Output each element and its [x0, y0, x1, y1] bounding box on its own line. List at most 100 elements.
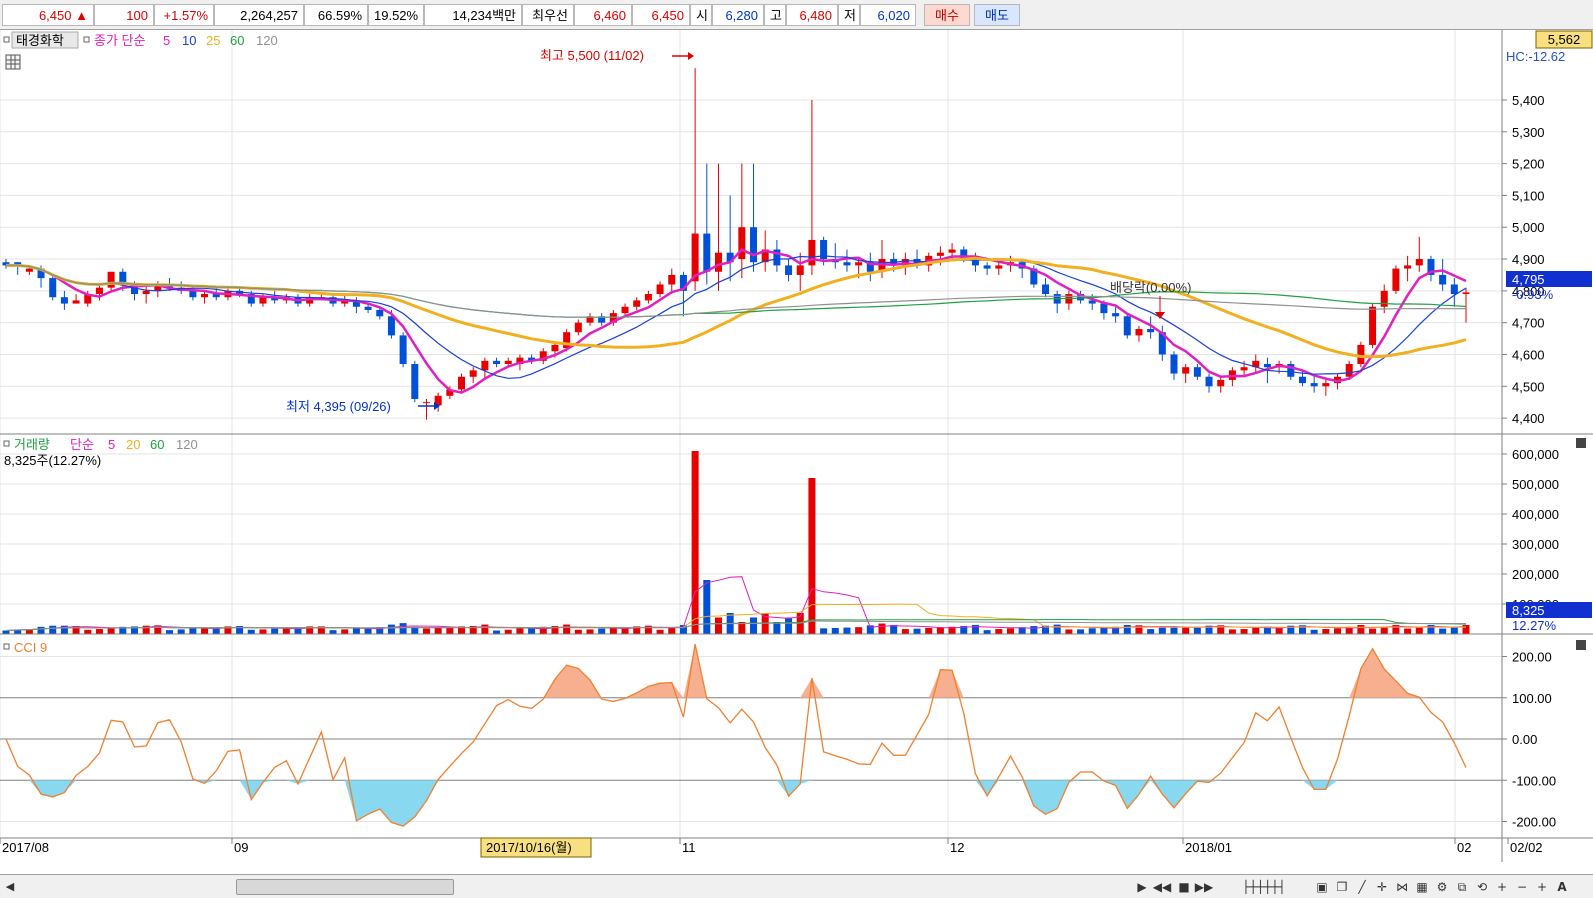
fast-forward-icon[interactable]: ▶▶: [1194, 877, 1214, 897]
volume-bar: [166, 630, 174, 634]
candle-body: [703, 233, 711, 272]
candle-body: [1462, 292, 1470, 295]
cci-tick-label: 0.00: [1512, 732, 1537, 747]
volume-bar: [399, 623, 407, 634]
price-tick-label: 5,400: [1512, 93, 1545, 108]
low-label: 저: [838, 4, 860, 26]
zoom-fit-icon[interactable]: +: [1532, 877, 1552, 897]
volume-bar: [201, 627, 209, 634]
cci-title: CCI 9: [14, 640, 47, 655]
volume-bar: [1006, 628, 1014, 634]
volume-bar: [1415, 626, 1423, 634]
play-icon[interactable]: ▶: [1132, 877, 1152, 897]
table-icon[interactable]: [5, 54, 21, 70]
candle-body: [1042, 284, 1050, 295]
volume-bar: [516, 628, 524, 634]
vol-ma-legend-5: 5: [108, 437, 115, 452]
panel-menu-icon[interactable]: [1576, 640, 1586, 650]
price-change-percent: +1.57%: [154, 4, 214, 26]
sell-button[interactable]: 매도: [974, 4, 1020, 26]
volume-bar: [820, 628, 828, 634]
price-tick-label: 4,500: [1512, 379, 1545, 394]
settings-icon[interactable]: ⚙: [1432, 877, 1452, 897]
candle-body: [1298, 376, 1306, 384]
volume-title: 거래량: [14, 437, 50, 452]
volume-bar: [714, 617, 722, 634]
best-ask: 6,460: [574, 4, 632, 26]
last-volume: 8,325주(12.27%): [4, 453, 101, 468]
stock-chart[interactable]: 5,4005,3005,2005,1005,0004,9004,8004,700…: [0, 30, 1593, 874]
candle-body: [668, 274, 676, 285]
volume-bar: [95, 629, 103, 634]
rewind-icon[interactable]: ◀◀: [1152, 877, 1172, 897]
open-label: 시: [690, 4, 712, 26]
volume-bar: [995, 629, 1003, 634]
range-ruler-icon[interactable]: ├┼┼┼┼┤: [1224, 877, 1304, 897]
up-arrow-icon: ▲: [75, 8, 88, 23]
volume-bar: [925, 627, 933, 634]
draw-line-icon[interactable]: ╱: [1352, 877, 1372, 897]
current-volume-pct: 12.27%: [1512, 618, 1557, 633]
volume-bar: [1252, 627, 1260, 634]
candle-body: [1135, 329, 1143, 336]
cci-tick-label: 200.00: [1512, 650, 1552, 665]
restore-icon[interactable]: ⟲: [1472, 877, 1492, 897]
price-tick-label: 4,900: [1512, 252, 1545, 267]
volume-bar: [691, 451, 699, 634]
volume-bar: [434, 627, 442, 634]
x-tick-label: 09: [234, 840, 248, 855]
price-tick-label: 5,200: [1512, 157, 1545, 172]
best-bid: 6,450: [632, 4, 690, 26]
volume-bar: [1182, 627, 1190, 634]
candle-body: [1205, 376, 1213, 387]
volume-bar: [1380, 626, 1388, 634]
font-size-icon[interactable]: A: [1552, 877, 1572, 897]
volume-bar: [1088, 628, 1096, 634]
open-price: 6,280: [712, 4, 764, 26]
price-change: 100: [94, 4, 154, 26]
volume-bar: [936, 627, 944, 634]
horizontal-scrollbar[interactable]: ◀ ▶ ◀◀ ■ ▶▶ ├┼┼┼┼┤ ▣ ❐ ╱ ✛ ⋈ ▦ ⚙ ⧉ ⟲ + −…: [0, 874, 1593, 898]
grid-icon[interactable]: ▦: [1412, 877, 1432, 897]
buy-button[interactable]: 매수: [924, 4, 970, 26]
volume-bar: [352, 628, 360, 634]
crosshair-icon[interactable]: ✛: [1372, 877, 1392, 897]
volume-bar: [586, 629, 594, 634]
volume-bar: [983, 630, 991, 634]
zoom-out-icon[interactable]: −: [1512, 877, 1532, 897]
ma-legend-120: 120: [256, 33, 278, 48]
cci-tick-label: -100.00: [1512, 773, 1556, 788]
candle-body: [843, 262, 851, 266]
volume-bar: [1065, 629, 1073, 634]
cci-tick-label: 100.00: [1512, 691, 1552, 706]
volume-tick-label: 400,000: [1512, 507, 1559, 522]
ma-legend-5: 5: [163, 33, 170, 48]
ma-legend-25: 25: [206, 33, 220, 48]
volume-bar: [1334, 628, 1342, 634]
price-tick-label: 5,300: [1512, 125, 1545, 140]
scroll-left-icon[interactable]: ◀: [2, 878, 18, 896]
volume-bar: [493, 630, 501, 634]
volume-bar: [271, 628, 279, 634]
vol-ma-legend-120: 120: [176, 437, 198, 452]
price-tick-label: 4,400: [1512, 411, 1545, 426]
x-tick-label: 2018/01: [1185, 840, 1232, 855]
volume-bar: [913, 628, 921, 634]
stop-icon[interactable]: ■: [1174, 877, 1194, 897]
scroll-thumb[interactable]: [236, 879, 454, 895]
zoom-in-icon[interactable]: +: [1492, 877, 1512, 897]
candle-body: [72, 300, 80, 304]
dividend-annotation: 배당락(0.00%): [1110, 280, 1191, 295]
copy-icon[interactable]: ⧉: [1452, 877, 1472, 897]
volume-bar: [1322, 629, 1330, 634]
candle-body: [808, 239, 816, 266]
panel-menu-icon[interactable]: [1576, 438, 1586, 448]
layout-icon[interactable]: ▣: [1312, 877, 1332, 897]
candle-body: [469, 370, 477, 377]
best-price-label: 최우선: [522, 4, 574, 26]
candle-body: [60, 297, 68, 304]
cci-tick-label: -200.00: [1512, 815, 1556, 830]
candle-body: [1322, 383, 1330, 387]
pattern-icon[interactable]: ⋈: [1392, 877, 1412, 897]
window-icon[interactable]: ❐: [1332, 877, 1352, 897]
